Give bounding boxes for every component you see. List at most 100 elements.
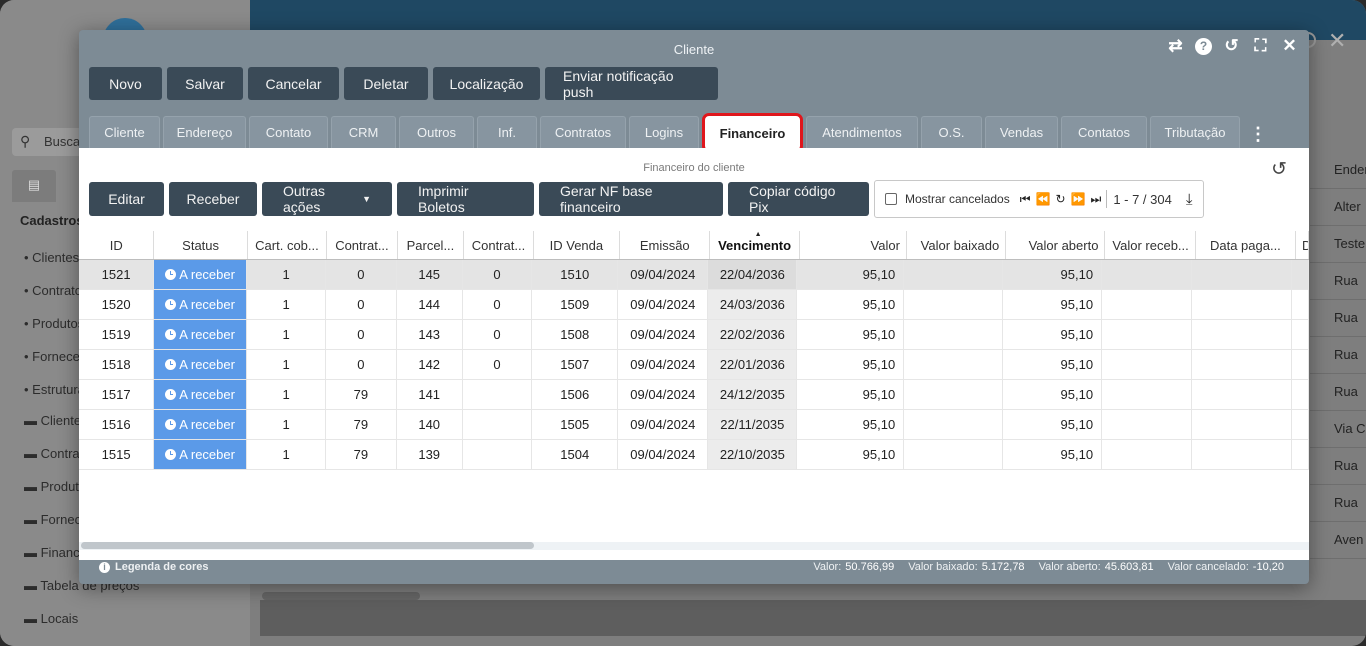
delete-button[interactable]: Deletar (344, 67, 428, 100)
help-icon[interactable]: ? (1195, 37, 1212, 55)
table-row[interactable]: 1517 A receber 1 79 141 1506 09/04/2024 24/12/2… (79, 380, 1310, 410)
history-icon[interactable]: ↺ (1222, 37, 1241, 55)
receive-button[interactable]: Receber (169, 182, 257, 216)
tab-outros[interactable]: Outros (399, 116, 474, 148)
collapse-icon[interactable]: ⇄ (1166, 37, 1185, 55)
prev-page-icon[interactable]: ⏪ (1036, 192, 1051, 206)
tab-tributacao[interactable]: Tributação (1150, 116, 1240, 148)
download-icon[interactable]: ⤓ (1186, 191, 1193, 208)
location-button[interactable]: Localização (433, 67, 540, 100)
table-cell: 1521 (79, 260, 155, 289)
table-cell: 79 (326, 410, 397, 439)
clock-icon (165, 449, 177, 460)
first-page-icon[interactable]: ⏮ (1020, 192, 1031, 207)
copy-pix-button[interactable]: Copiar código Pix (728, 182, 869, 216)
sidebar-item[interactable]: • Contratos (24, 283, 84, 298)
column-header[interactable]: Valor (800, 231, 907, 259)
sidebar-folder[interactable]: ▬ Clientes (24, 413, 84, 428)
tab-contratos[interactable]: Contratos (540, 116, 626, 148)
sidebar-item[interactable]: • Clientes (24, 250, 84, 265)
refresh-icon[interactable]: ↻ (1055, 192, 1065, 206)
table-cell: 144 (397, 290, 463, 319)
column-header[interactable]: Status (154, 231, 248, 259)
other-actions-label: Outras ações (283, 183, 326, 215)
print-boletos-button[interactable]: Imprimir Boletos (397, 182, 534, 216)
sidebar-item[interactable]: • Fornecedores (24, 349, 84, 364)
sidebar-folder[interactable]: ▬ Contratos (24, 446, 84, 461)
table-cell: 0 (326, 320, 397, 349)
table-cell (904, 440, 1004, 469)
tab-contato[interactable]: Contato (249, 116, 328, 148)
table-cell: 0 (463, 260, 533, 289)
tab-os[interactable]: O.S. (921, 116, 982, 148)
table-row[interactable]: 1520 A receber 1 0 144 0 1509 09/04/2024 24/03/2… (79, 290, 1310, 320)
status-label: A receber (179, 267, 235, 282)
table-cell: 140 (397, 410, 463, 439)
sidebar-item[interactable]: • Estruturas (24, 382, 84, 397)
column-header[interactable]: Vencimento (710, 231, 800, 259)
tab-vendas[interactable]: Vendas (985, 116, 1058, 148)
tab-financeiro[interactable]: Financeiro (702, 113, 803, 153)
save-button[interactable]: Salvar (167, 67, 243, 100)
sidebar-folder[interactable]: ▬ Financeiro (24, 545, 84, 560)
table-cell (1292, 440, 1310, 469)
tab-atendimentos[interactable]: Atendimentos (806, 116, 918, 148)
column-header[interactable]: Valor receb... (1105, 231, 1196, 259)
tab-crm[interactable]: CRM (331, 116, 396, 148)
table-cell (1102, 410, 1193, 439)
total-value: 50.766,99 (845, 561, 895, 573)
sidebar-item[interactable]: • Produtos (24, 316, 84, 331)
column-header[interactable]: ID (79, 231, 155, 259)
scrollbar-thumb[interactable] (81, 542, 534, 549)
edit-button[interactable]: Editar (89, 182, 164, 216)
generate-nf-button[interactable]: Gerar NF base financeiro (539, 182, 723, 216)
history-icon[interactable]: ↺ (1271, 158, 1287, 181)
tab-contatos[interactable]: Contatos (1061, 116, 1147, 148)
tab-inf[interactable]: Inf. (477, 116, 537, 148)
column-header[interactable]: Valor baixado (907, 231, 1007, 259)
other-actions-dropdown[interactable]: Outras ações ▼ (262, 182, 392, 216)
tab-logins[interactable]: Logins (629, 116, 699, 148)
show-canceled-checkbox[interactable] (885, 193, 897, 205)
table-cell: 1519 (79, 320, 155, 349)
last-page-icon[interactable]: ⏭ (1091, 192, 1102, 207)
table-cell (904, 320, 1004, 349)
push-notification-button[interactable]: Enviar notificação push (545, 67, 718, 100)
grid-horizontal-scrollbar[interactable] (79, 542, 1309, 550)
new-button[interactable]: Novo (89, 67, 162, 100)
column-header[interactable]: ID Venda (534, 231, 621, 259)
column-header[interactable]: Cart. cob... (248, 231, 328, 259)
column-header[interactable]: Contrat... (464, 231, 534, 259)
next-page-icon[interactable]: ⏩ (1071, 192, 1086, 206)
sidebar-search[interactable]: ⚲ Buscar (12, 128, 84, 156)
column-header[interactable]: Emissão (620, 231, 711, 259)
background-scrollbar[interactable] (262, 592, 420, 600)
column-header[interactable]: Contrat... (327, 231, 398, 259)
column-header[interactable]: Valor aberto (1006, 231, 1106, 259)
close-icon[interactable]: ✕ (1280, 37, 1299, 55)
fullscreen-icon[interactable]: ⛶ (1251, 37, 1270, 55)
cancel-button[interactable]: Cancelar (248, 67, 339, 100)
background-cell: Rua (1310, 263, 1366, 300)
table-row[interactable]: 1521 A receber 1 0 145 0 1510 09/04/2024 22/04/2… (79, 260, 1310, 290)
tab-endereco[interactable]: Endereço (163, 116, 246, 148)
column-header[interactable]: Data paga... (1196, 231, 1296, 259)
sidebar-folder[interactable]: ▬ Produtos (24, 479, 84, 494)
color-legend[interactable]: i Legenda de cores (99, 561, 209, 573)
sidebar-folder[interactable]: ▬ Fornecedores (24, 512, 84, 527)
table-row[interactable]: 1518 A receber 1 0 142 0 1507 09/04/2024 22/01/2… (79, 350, 1310, 380)
table-cell: 1 (247, 380, 327, 409)
table-cell (1102, 380, 1193, 409)
column-header[interactable]: Parcel... (398, 231, 465, 259)
tab-cliente[interactable]: Cliente (89, 116, 160, 148)
table-row[interactable]: 1515 A receber 1 79 139 1504 09/04/2024 22/10/2… (79, 440, 1310, 470)
background-close-icon[interactable]: ✕ (1328, 28, 1346, 54)
table-row[interactable]: 1516 A receber 1 79 140 1505 09/04/2024 22/11/2… (79, 410, 1310, 440)
sidebar-tab-list[interactable]: ▤ (12, 170, 56, 202)
status-label: A receber (179, 297, 235, 312)
table-cell: 95,10 (797, 410, 905, 439)
financeiro-panel: Financeiro do cliente ↺ Editar Receber O… (79, 148, 1310, 560)
column-header[interactable]: D (1296, 231, 1309, 259)
table-row[interactable]: 1519 A receber 1 0 143 0 1508 09/04/2024 22/02/2… (79, 320, 1310, 350)
sidebar-folder[interactable]: ▬ Locais (24, 611, 224, 626)
